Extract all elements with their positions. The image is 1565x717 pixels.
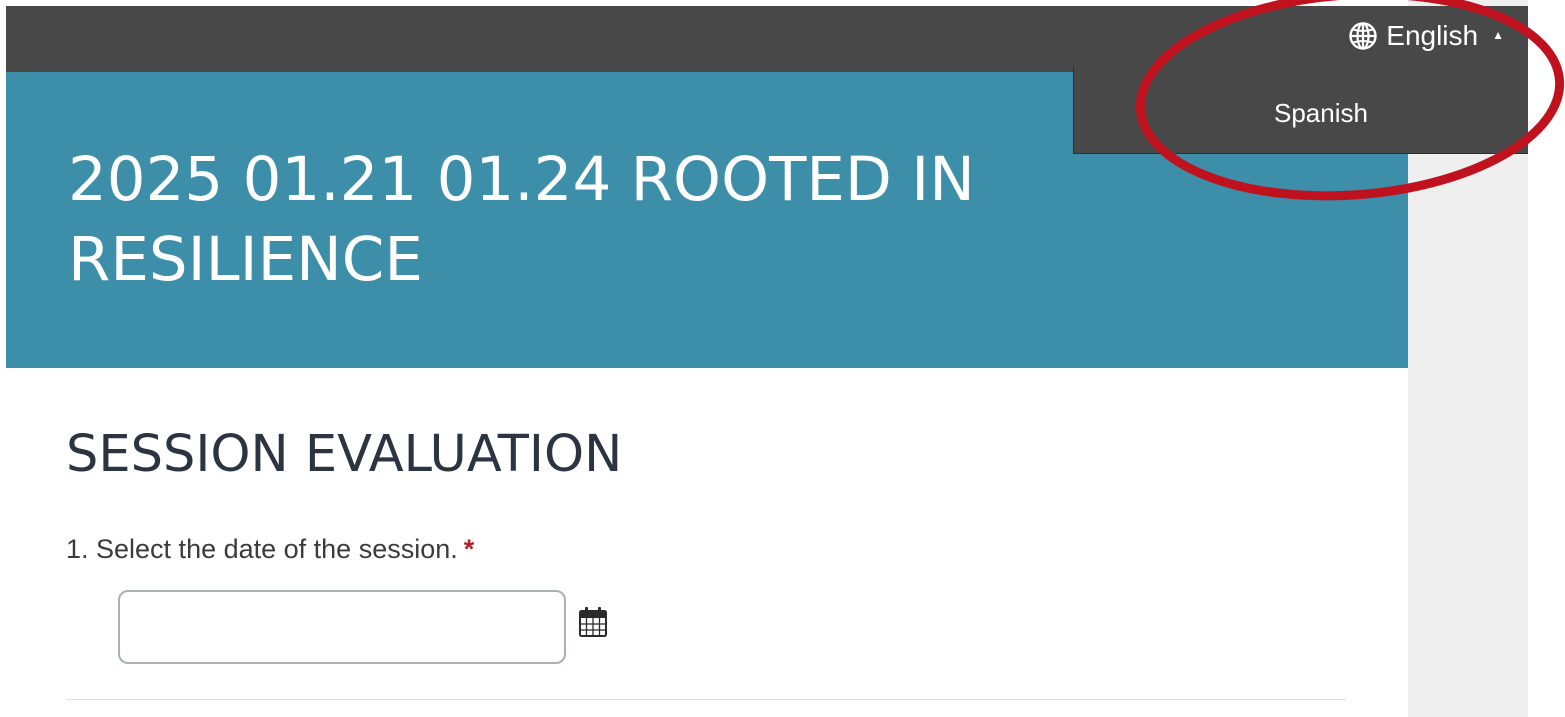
question-divider [66,699,1346,700]
survey-title: 2025 01.21 01.24 ROOTED IN RESILIENCE [68,144,975,295]
required-marker: * [463,534,475,564]
language-option-spanish[interactable]: Spanish [1274,98,1368,129]
caret-up-icon: ▲ [1492,28,1504,42]
language-dropdown-menu: Spanish [1073,66,1528,154]
calendar-icon[interactable] [578,606,608,638]
top-bar: English ▲ [6,6,1528,72]
page: English ▲ 2025 01.21 01.24 ROOTED IN RES… [0,0,1565,717]
session-date-input[interactable] [118,590,566,664]
question-1-text: 1. Select the date of the session. [66,534,458,564]
language-current-label: English [1386,20,1479,51]
section-title: SESSION EVALUATION [66,425,623,484]
language-toggle[interactable]: English ▲ [1348,16,1504,56]
right-edge [1528,0,1565,717]
globe-icon [1348,21,1378,51]
question-1-label: 1. Select the date of the session. * [66,534,474,565]
